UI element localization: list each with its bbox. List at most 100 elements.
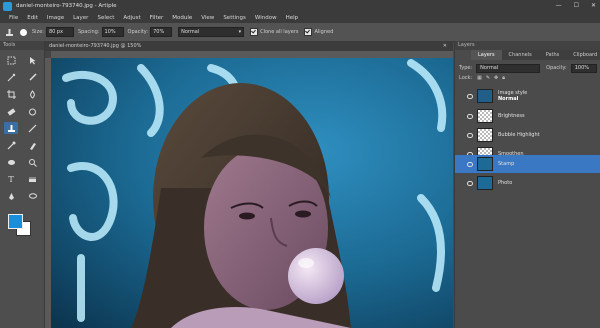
layer-thumbnail	[477, 89, 493, 103]
blend-mode-value: Normal	[181, 29, 200, 35]
document-tab-title: daniel-monteiro-793740.jpg @ 150%	[49, 43, 142, 49]
layer-thumbnail	[477, 128, 493, 142]
brush-icon[interactable]	[25, 71, 39, 83]
layer-brightness[interactable]: Brightness	[455, 108, 600, 124]
clone-stamp-tool-icon[interactable]	[4, 122, 18, 134]
pen-icon[interactable]	[4, 190, 18, 202]
menu-filter[interactable]: Filter	[150, 15, 164, 21]
rect-select-icon[interactable]	[4, 54, 18, 66]
layer-photo[interactable]: Photo	[455, 175, 600, 191]
brush-preset-icon[interactable]	[18, 27, 28, 37]
layers-panel-tabs: Layers Channels Paths Clipboard	[471, 50, 600, 60]
tab-paths[interactable]: Paths	[539, 50, 567, 60]
layer-type-row: Type: Normal Opacity: 100%	[455, 63, 600, 73]
tools-panel-header: Tools	[0, 41, 44, 50]
menu-window[interactable]: Window	[255, 15, 277, 21]
photo-image	[51, 58, 453, 328]
tab-channels[interactable]: Channels	[502, 50, 539, 60]
text-tool-icon[interactable]: T	[4, 173, 18, 185]
menu-adjust[interactable]: Adjust	[123, 15, 140, 21]
image-canvas[interactable]	[51, 58, 453, 328]
menu-layer[interactable]: Layer	[73, 15, 88, 21]
menu-bar: File Edit Image Layer Select Adjust Filt…	[0, 12, 600, 23]
tab-clipboard[interactable]: Clipboard	[566, 50, 600, 60]
lock-label: Lock:	[459, 75, 473, 81]
document-tab[interactable]: daniel-monteiro-793740.jpg @ 150% ✕	[45, 41, 453, 51]
clone-stamp-icon[interactable]	[4, 27, 14, 37]
maximize-button[interactable]: ☐	[574, 2, 579, 9]
menu-view[interactable]: View	[201, 15, 214, 21]
title-bar: daniel-monteiro-793740.jpg - Artiple — ☐…	[0, 0, 600, 12]
close-button[interactable]: ✕	[591, 2, 596, 9]
layer-opacity-input[interactable]: 100%	[570, 63, 597, 73]
lock-all-icon[interactable]: 🔒︎	[502, 75, 505, 81]
tool-options-bar: Size: 80 px Spacing: 10% Opacity: 70% No…	[0, 23, 600, 42]
layer-name: Bubble Highlight	[498, 132, 540, 138]
menu-file[interactable]: File	[9, 15, 18, 21]
aligned-label: Aligned	[314, 29, 334, 35]
crop-icon[interactable]	[4, 88, 18, 100]
layer-bubble-highlight[interactable]: Bubble Highlight	[455, 127, 600, 143]
visibility-eye-icon[interactable]	[467, 113, 473, 119]
eyedropper-icon[interactable]	[4, 139, 18, 151]
size-label: Size:	[32, 29, 44, 35]
smudge-icon[interactable]	[25, 139, 39, 151]
visibility-eye-icon[interactable]	[467, 93, 473, 99]
app-logo-icon	[3, 1, 12, 11]
heal-icon[interactable]	[25, 88, 39, 100]
eraser-icon[interactable]	[4, 105, 18, 117]
chevron-down-icon: ▾	[238, 29, 242, 35]
minimize-button[interactable]: —	[556, 2, 562, 9]
opacity-label: Opacity:	[127, 29, 149, 35]
layer-thumbnail	[477, 157, 493, 171]
visibility-eye-icon[interactable]	[467, 180, 473, 186]
visibility-eye-icon[interactable]	[467, 161, 473, 167]
layers-panel-header: Layers	[455, 41, 600, 50]
size-input[interactable]: 80 px	[45, 27, 74, 37]
aligned-checkbox[interactable]	[304, 28, 313, 36]
lock-row: Lock: ▦ ✎ ✥ 🔒︎	[455, 73, 600, 83]
shape-icon[interactable]	[4, 156, 18, 168]
document-area: daniel-monteiro-793740.jpg @ 150% ✕	[45, 41, 453, 328]
gradient-icon[interactable]	[25, 173, 39, 185]
lasso-icon[interactable]	[25, 190, 39, 202]
layer-image-style[interactable]: Image style Normal	[455, 88, 600, 104]
lock-pixels-icon[interactable]: ▦	[477, 75, 482, 81]
menu-settings[interactable]: Settings	[223, 15, 246, 21]
color-swatches[interactable]	[6, 212, 36, 238]
lock-move-icon[interactable]: ✥	[494, 75, 498, 81]
visibility-eye-icon[interactable]	[467, 132, 473, 138]
clone-all-layers-checkbox[interactable]	[250, 28, 259, 36]
layers-panel: Layers Layers Channels Paths Clipboard T…	[454, 41, 600, 328]
menu-module[interactable]: Module	[172, 15, 192, 21]
lock-brush-icon[interactable]: ✎	[486, 75, 490, 81]
layer-name: Brightness	[498, 113, 525, 119]
spacing-label: Spacing:	[77, 29, 100, 35]
pencil-icon[interactable]	[25, 122, 39, 134]
tab-layers[interactable]: Layers	[471, 50, 502, 60]
opacity-label: Opacity:	[546, 65, 567, 71]
layer-thumbnail	[477, 109, 493, 123]
menu-select[interactable]: Select	[97, 15, 114, 21]
layer-blend-select[interactable]: Normal	[476, 63, 541, 73]
type-label: Type:	[459, 65, 473, 71]
layer-thumbnail	[477, 176, 493, 190]
spacing-input[interactable]: 10%	[101, 27, 124, 37]
layer-stamp[interactable]: Stamp	[455, 155, 600, 173]
clone-all-layers-label: Clone all layers	[260, 29, 299, 35]
layer-blend-mode: Normal	[498, 96, 519, 102]
tools-panel: Tools T	[0, 41, 45, 328]
blur-drop-icon[interactable]	[25, 105, 39, 117]
menu-help[interactable]: Help	[286, 15, 299, 21]
menu-edit[interactable]: Edit	[27, 15, 38, 21]
zoom-icon[interactable]	[25, 156, 39, 168]
layer-name: Photo	[498, 180, 513, 186]
opacity-input[interactable]: 70%	[150, 27, 173, 37]
menu-image[interactable]: Image	[47, 15, 64, 21]
move-arrow-icon[interactable]	[25, 54, 39, 66]
close-tab-icon[interactable]: ✕	[443, 41, 447, 51]
magic-wand-icon[interactable]	[4, 71, 18, 83]
foreground-color-swatch[interactable]	[8, 214, 23, 229]
blend-mode-select[interactable]: Normal ▾	[178, 27, 245, 37]
layer-name: Stamp	[498, 161, 515, 167]
